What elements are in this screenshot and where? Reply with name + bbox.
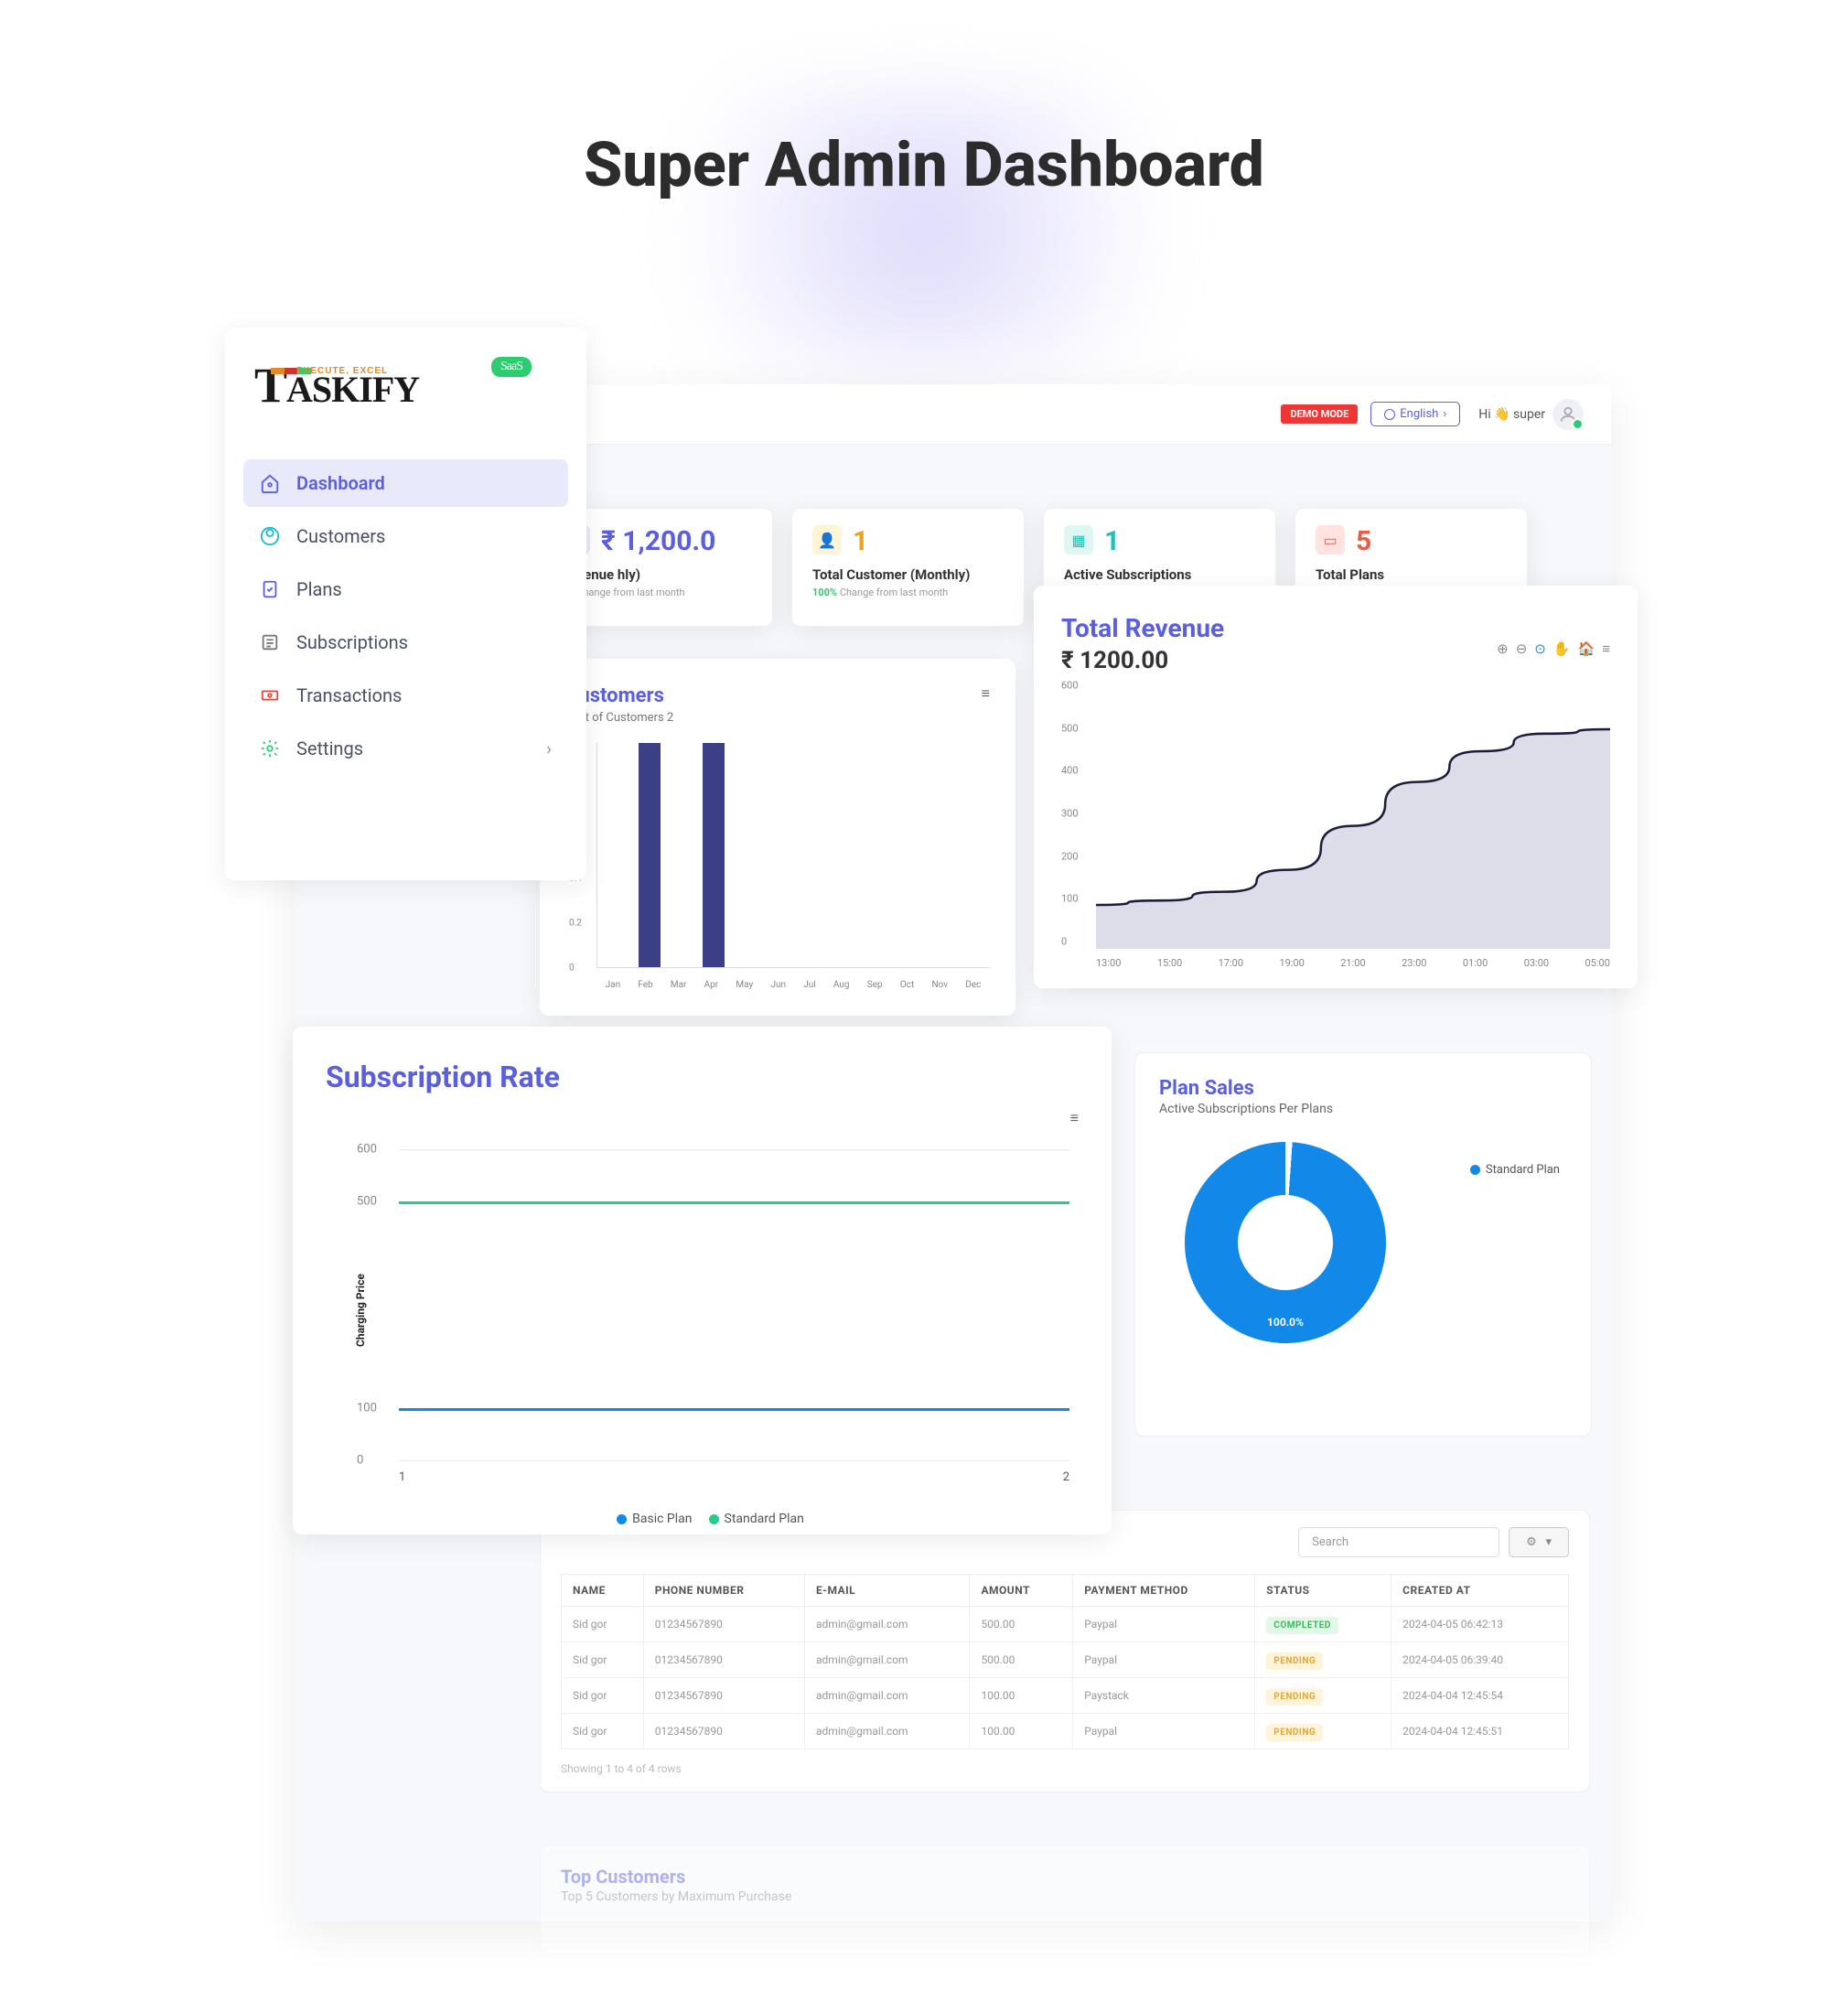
subscription-icon: ▦ <box>1064 525 1093 554</box>
sidebar-item-subscriptions[interactable]: Subscriptions <box>243 619 568 666</box>
list-icon <box>260 632 280 652</box>
sidebar-item-customers[interactable]: Customers <box>243 512 568 560</box>
chevron-right-icon: › <box>546 737 552 759</box>
page-title: Super Admin Dashboard <box>0 128 1848 201</box>
sidebar: EXECUTE, EXCEL SaaS TASKIFY Dashboard Cu… <box>225 328 586 880</box>
clipboard-icon <box>260 579 280 599</box>
table-row[interactable]: Sid gor01234567890admin@gmail.com100.00P… <box>562 1678 1569 1714</box>
status-badge: PENDING <box>1266 1652 1323 1670</box>
language-button[interactable]: English › <box>1370 402 1460 426</box>
home-icon[interactable]: 🏠 <box>1578 640 1596 657</box>
search-icon[interactable]: ⊙ <box>1534 640 1546 657</box>
calendar-icon: ▭ <box>1316 525 1345 554</box>
chart-subtitle: Active Subscriptions Per Plans <box>1159 1102 1567 1116</box>
minus-icon[interactable]: ⊖ <box>1516 640 1528 657</box>
sidebar-label: Transactions <box>296 684 402 706</box>
demo-mode-badge: DEMO MODE <box>1281 404 1358 424</box>
pagination-info: Showing 1 to 4 of 4 rows <box>561 1762 1569 1775</box>
plus-icon[interactable]: ⊕ <box>1497 640 1509 657</box>
money-icon <box>260 685 280 705</box>
column-header[interactable]: PAYMENT METHOD <box>1073 1575 1255 1607</box>
table-search-input[interactable]: Search <box>1298 1527 1499 1557</box>
stat-customers: 👤 1 Total Customer (Monthly) 100% Change… <box>791 508 1025 627</box>
sidebar-item-settings[interactable]: Settings › <box>243 725 568 772</box>
column-header[interactable]: AMOUNT <box>970 1575 1073 1607</box>
column-header[interactable]: PHONE NUMBER <box>643 1575 804 1607</box>
gear-icon <box>260 738 280 759</box>
card-subtitle: Top 5 Customers by Maximum Purchase <box>561 1889 1569 1904</box>
hand-icon[interactable]: ✋ <box>1553 640 1571 657</box>
legend: Standard Plan <box>1470 1163 1560 1177</box>
sidebar-item-transactions[interactable]: Transactions <box>243 672 568 719</box>
hamburger-icon[interactable]: ≡ <box>982 684 990 703</box>
sidebar-label: Dashboard <box>296 472 385 494</box>
hamburger-icon[interactable]: ≡ <box>1602 640 1610 657</box>
chevron-right-icon: › <box>1443 407 1446 421</box>
chart-title: Subscription Rate <box>326 1060 1079 1094</box>
sidebar-item-dashboard[interactable]: Dashboard <box>243 459 568 507</box>
customers-chart: Customers ount of Customers 2 ≡ N 00.20.… <box>540 659 1015 1016</box>
logo: EXECUTE, EXCEL SaaS TASKIFY <box>243 357 568 436</box>
y-axis-label: Charging Price <box>354 1274 367 1347</box>
column-header[interactable]: STATUS <box>1255 1575 1391 1607</box>
revenue-chart: Total Revenue ₹ 1200.00 ⊕ ⊖ ⊙ ✋ 🏠 ≡ 0100… <box>1034 586 1638 988</box>
status-badge: COMPLETED <box>1266 1617 1338 1634</box>
chart-toolbar: ⊕ ⊖ ⊙ ✋ 🏠 ≡ <box>1497 640 1610 657</box>
table-row[interactable]: Sid gor01234567890admin@gmail.com500.00P… <box>562 1642 1569 1678</box>
chart-title: Plan Sales <box>1159 1077 1567 1100</box>
greeting: Hi 👋 super <box>1478 407 1545 422</box>
donut-chart: 100.0% <box>1185 1142 1386 1343</box>
search-input[interactable]: rch... <box>556 406 1281 423</box>
sidebar-label: Settings <box>296 737 363 759</box>
sidebar-item-plans[interactable]: Plans <box>243 565 568 613</box>
filter-button[interactable]: ⚙ ▾ <box>1509 1527 1569 1557</box>
chart-subtitle: ount of Customers 2 <box>565 711 990 725</box>
sidebar-label: Plans <box>296 578 342 600</box>
column-header[interactable]: CREATED AT <box>1391 1575 1569 1607</box>
column-header[interactable]: NAME <box>562 1575 644 1607</box>
home-icon <box>260 473 280 493</box>
sidebar-label: Customers <box>296 525 385 547</box>
column-header[interactable]: E-MAIL <box>805 1575 970 1607</box>
chart-title: Total Revenue <box>1061 613 1610 643</box>
table-row[interactable]: Sid gor01234567890admin@gmail.com100.00P… <box>562 1714 1569 1749</box>
language-label: English <box>1400 407 1438 421</box>
hamburger-icon[interactable]: ≡ <box>1070 1109 1079 1127</box>
table-row[interactable]: Sid gor01234567890admin@gmail.com500.00P… <box>562 1607 1569 1642</box>
globe-icon <box>1384 409 1395 420</box>
subscription-rate-chart: Subscription Rate ≡ Charging Price 01005… <box>293 1027 1112 1534</box>
card-title: Top Customers <box>561 1866 1569 1888</box>
transactions-table: Search ⚙ ▾ NAMEPHONE NUMBERE-MAILAMOUNTP… <box>540 1510 1590 1792</box>
avatar[interactable] <box>1553 399 1584 430</box>
sidebar-label: Subscriptions <box>296 631 408 653</box>
status-badge: PENDING <box>1266 1688 1323 1706</box>
user-icon <box>260 526 280 546</box>
status-badge: PENDING <box>1266 1724 1323 1741</box>
user-icon: 👤 <box>812 525 842 554</box>
topbar: rch... DEMO MODE English › Hi 👋 super <box>529 384 1611 445</box>
top-customers-card: Top Customers Top 5 Customers by Maximum… <box>540 1845 1590 1954</box>
chart-title: Customers <box>565 684 990 707</box>
plan-sales-chart: Plan Sales Active Subscriptions Per Plan… <box>1134 1052 1592 1437</box>
